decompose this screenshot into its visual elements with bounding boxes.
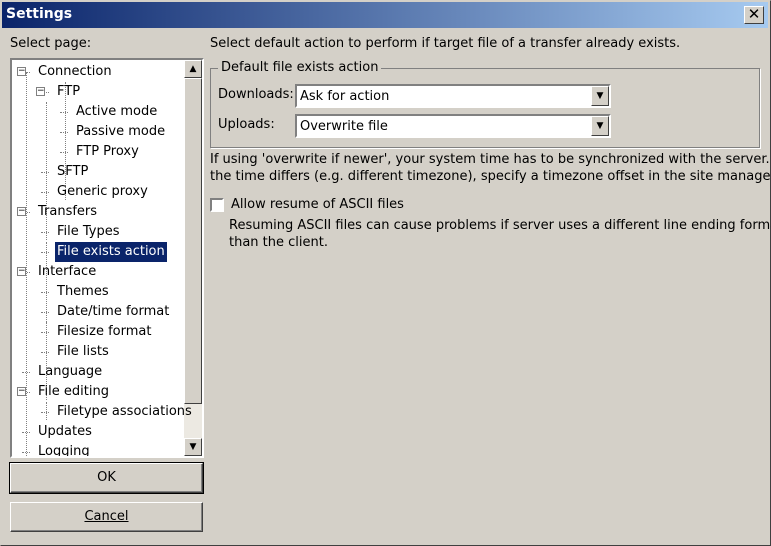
note-line-2: the time differs (e.g. different timezon… bbox=[210, 169, 771, 184]
collapse-icon[interactable]: − bbox=[17, 67, 26, 76]
tree-item[interactable]: Themes bbox=[55, 282, 111, 302]
collapse-icon[interactable]: − bbox=[17, 207, 26, 216]
tree-item[interactable]: FTP Proxy bbox=[74, 142, 141, 162]
ascii-resume-label[interactable]: Allow resume of ASCII files bbox=[231, 197, 404, 212]
uploads-label: Uploads: bbox=[218, 117, 275, 132]
note-line-1: If using 'overwrite if newer', your syst… bbox=[210, 152, 771, 167]
ascii-note-2: than the client. bbox=[229, 235, 328, 250]
tree-connector bbox=[26, 72, 27, 456]
close-button[interactable]: ✕ bbox=[744, 6, 764, 24]
cancel-button[interactable]: Cancel bbox=[10, 502, 203, 532]
tree-connector bbox=[41, 332, 49, 333]
tree-item[interactable]: Generic proxy bbox=[55, 182, 150, 202]
scroll-down-button[interactable]: ▼ bbox=[184, 438, 202, 456]
tree-connector bbox=[46, 242, 47, 340]
collapse-icon[interactable]: − bbox=[17, 387, 26, 396]
tree-connector bbox=[41, 312, 49, 313]
tree-item[interactable]: Transfers bbox=[36, 202, 99, 222]
page-tree[interactable]: ▲ ▼ Connection − FTP − Active mode Passive mo… bbox=[10, 58, 204, 458]
tree-item[interactable]: File lists bbox=[55, 342, 111, 362]
collapse-icon[interactable]: − bbox=[17, 267, 26, 276]
tree-item[interactable]: Passive mode bbox=[74, 122, 167, 142]
title-bar: Settings ✕ bbox=[2, 2, 768, 28]
tree-item[interactable]: Language bbox=[36, 362, 104, 382]
tree-connector bbox=[41, 352, 49, 353]
chevron-down-icon[interactable]: ▼ bbox=[591, 86, 609, 106]
window-title: Settings bbox=[6, 6, 73, 22]
intro-text: Select default action to perform if targ… bbox=[210, 36, 681, 51]
downloads-label: Downloads: bbox=[218, 87, 294, 102]
uploads-select[interactable]: Overwrite file ▼ bbox=[295, 114, 611, 138]
tree-connector bbox=[41, 252, 49, 253]
tree-connector bbox=[60, 112, 68, 113]
tree-connector bbox=[60, 132, 68, 133]
uploads-value: Overwrite file bbox=[300, 119, 388, 134]
downloads-select[interactable]: Ask for action ▼ bbox=[295, 84, 611, 108]
tree-item[interactable]: FTP bbox=[55, 82, 82, 102]
ok-button[interactable]: OK bbox=[9, 462, 204, 494]
tree-connector bbox=[22, 452, 30, 453]
tree-item[interactable]: Logging bbox=[36, 442, 92, 456]
tree-connector bbox=[22, 432, 30, 433]
tree-item[interactable]: Filesize format bbox=[55, 322, 153, 342]
tree-scrollbar[interactable]: ▲ ▼ bbox=[184, 60, 202, 456]
tree-item[interactable]: File Types bbox=[55, 222, 122, 242]
tree-connector bbox=[41, 192, 49, 193]
tree-connector bbox=[41, 292, 49, 293]
chevron-down-icon[interactable]: ▼ bbox=[591, 116, 609, 136]
tree-connector bbox=[41, 412, 49, 413]
tree-item[interactable]: File editing bbox=[36, 382, 111, 402]
tree-item[interactable]: Updates bbox=[36, 422, 94, 442]
tree-item[interactable]: Date/time format bbox=[55, 302, 171, 322]
cancel-label: Cancel bbox=[84, 509, 129, 524]
tree-item[interactable]: Connection bbox=[36, 62, 114, 82]
scroll-thumb[interactable] bbox=[184, 78, 202, 404]
tree-item[interactable]: Interface bbox=[36, 262, 98, 282]
scroll-up-button[interactable]: ▲ bbox=[184, 60, 202, 78]
tree-item[interactable]: SFTP bbox=[55, 162, 90, 182]
tree-item[interactable]: Filetype associations bbox=[55, 402, 194, 422]
tree-connector bbox=[22, 372, 30, 373]
tree-connector bbox=[60, 152, 68, 153]
tree-connector bbox=[46, 402, 47, 420]
tree-connector bbox=[41, 172, 49, 173]
collapse-icon[interactable]: − bbox=[36, 87, 45, 96]
tree-connector bbox=[41, 232, 49, 233]
downloads-value: Ask for action bbox=[300, 89, 390, 104]
select-page-label: Select page: bbox=[10, 36, 92, 51]
group-title: Default file exists action bbox=[218, 60, 382, 75]
ascii-resume-checkbox[interactable] bbox=[210, 198, 224, 212]
tree-item[interactable]: File exists action bbox=[54, 241, 168, 263]
ascii-note-1: Resuming ASCII files can cause problems … bbox=[229, 218, 771, 233]
tree-item[interactable]: Active mode bbox=[74, 102, 159, 122]
